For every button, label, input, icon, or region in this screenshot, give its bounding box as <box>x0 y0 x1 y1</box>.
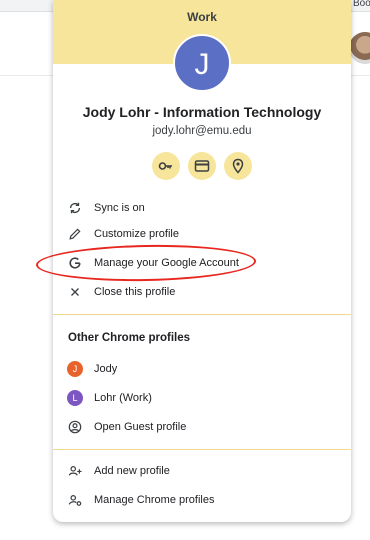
add-profile-label: Add new profile <box>94 465 170 477</box>
profile-item-lohr-work[interactable]: L Lohr (Work) <box>53 386 351 410</box>
profile-avatar: J <box>173 34 231 92</box>
section-divider <box>53 314 351 315</box>
section-divider <box>53 449 351 450</box>
sync-row[interactable]: Sync is on <box>53 196 351 220</box>
customize-profile-label: Customize profile <box>94 228 179 240</box>
profile-email: jody.lohr@emu.edu <box>152 125 252 137</box>
sync-label: Sync is on <box>94 202 145 214</box>
passwords-button[interactable] <box>152 152 180 180</box>
close-icon <box>67 284 83 300</box>
manage-people-icon <box>67 492 83 508</box>
other-profiles-title: Other Chrome profiles <box>68 332 191 344</box>
google-g-icon <box>67 255 83 271</box>
add-profile-row[interactable]: Add new profile <box>53 459 351 483</box>
add-person-icon <box>67 463 83 479</box>
key-icon <box>158 162 172 170</box>
profile-header-title: Work <box>187 10 217 24</box>
close-profile-label: Close this profile <box>94 286 176 298</box>
manage-profiles-label: Manage Chrome profiles <box>94 494 215 506</box>
guest-profile-row[interactable]: Open Guest profile <box>53 415 351 439</box>
manage-google-account-label: Manage your Google Account <box>94 257 239 269</box>
guest-profile-label: Open Guest profile <box>94 421 187 433</box>
profile-menu-panel: Work J Jody Lohr - Information Technolog… <box>53 0 351 522</box>
profile-jody-label: Jody <box>94 363 118 375</box>
profile-jody-avatar: J <box>67 361 83 377</box>
manage-google-account-row[interactable]: Manage your Google Account <box>53 251 351 275</box>
payment-methods-button[interactable] <box>188 152 216 180</box>
manage-profiles-row[interactable]: Manage Chrome profiles <box>53 488 351 512</box>
profile-name: Jody Lohr - Information Technology <box>82 104 322 120</box>
toolbar-profile-avatar[interactable] <box>349 32 370 64</box>
close-profile-row[interactable]: Close this profile <box>53 280 351 304</box>
profile-item-jody[interactable]: J Jody <box>53 357 351 381</box>
location-icon <box>232 158 244 174</box>
profile-lohr-label: Lohr (Work) <box>94 392 152 404</box>
customize-profile-row[interactable]: Customize profile <box>53 222 351 246</box>
card-icon <box>194 160 210 172</box>
bookmarks-bar-item[interactable]: Boo <box>353 0 370 9</box>
profile-lohr-avatar: L <box>67 390 83 406</box>
pencil-icon <box>67 226 83 242</box>
addresses-button[interactable] <box>224 152 252 180</box>
sync-icon <box>67 200 83 216</box>
guest-icon <box>67 419 83 435</box>
